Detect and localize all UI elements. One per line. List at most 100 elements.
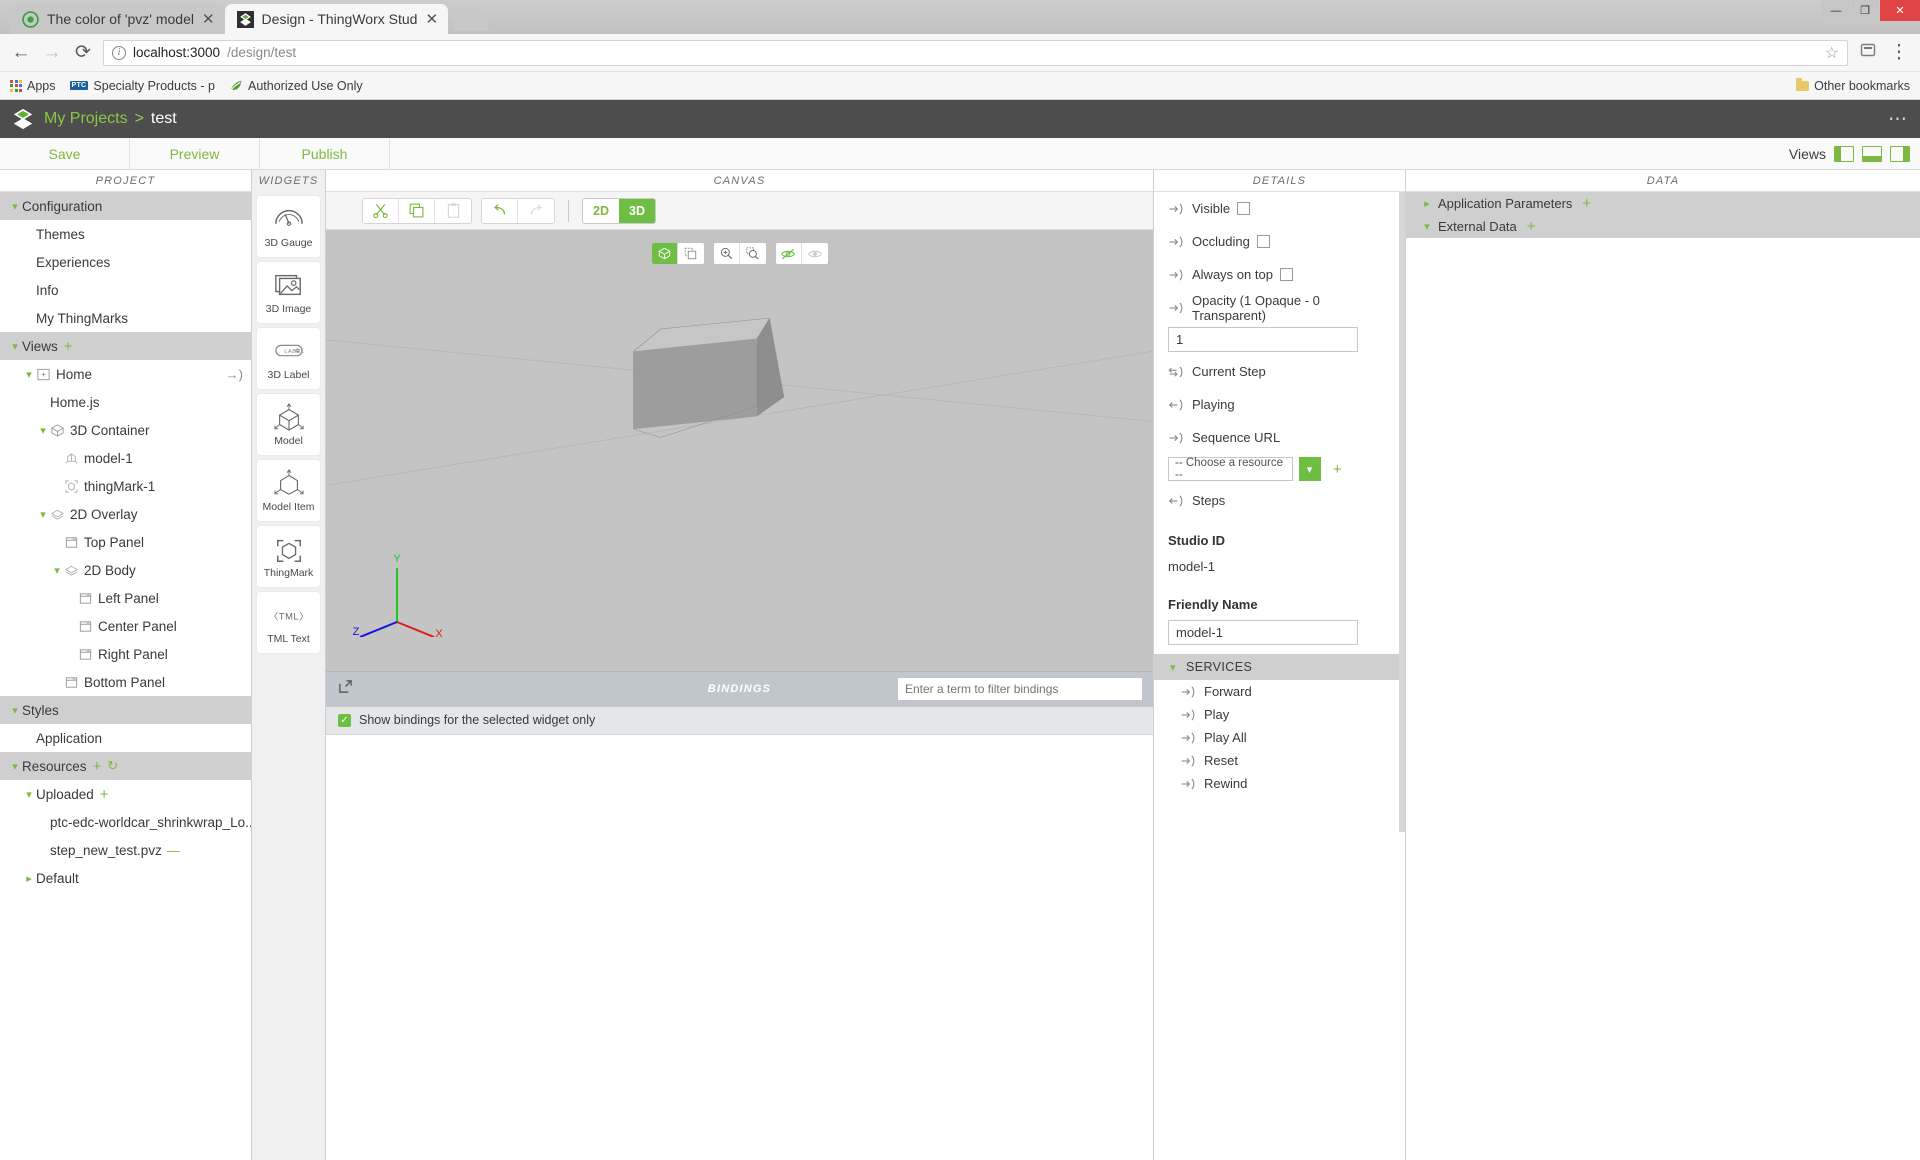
tree-item-configuration[interactable]: ▾ Configuration bbox=[0, 192, 251, 220]
tree-item-home[interactable]: ▾ Home →) bbox=[0, 360, 251, 388]
sequence-url-select[interactable]: -- Choose a resource -- bbox=[1168, 457, 1293, 481]
page-info-icon[interactable]: i bbox=[112, 45, 126, 60]
widget-card-model[interactable]: Model bbox=[257, 394, 320, 455]
extension-icon[interactable] bbox=[1857, 42, 1879, 64]
show-button[interactable] bbox=[801, 243, 828, 264]
tree-item-model-1[interactable]: model-1 bbox=[0, 444, 251, 472]
chevron-down-icon[interactable]: ▾ bbox=[1420, 220, 1434, 233]
bookmark-specialty-products[interactable]: PTC Specialty Products - p bbox=[69, 79, 215, 93]
binding-out-icon[interactable] bbox=[1180, 754, 1197, 768]
service-rewind[interactable]: Rewind bbox=[1154, 772, 1405, 795]
browser-menu-icon[interactable]: ⋮ bbox=[1888, 41, 1910, 64]
tree-item-2d-overlay[interactable]: ▾ 2D Overlay bbox=[0, 500, 251, 528]
add-icon[interactable]: + bbox=[1582, 196, 1591, 211]
window-restore-button[interactable]: ❐ bbox=[1851, 0, 1879, 21]
binding-out-icon[interactable] bbox=[1168, 301, 1185, 315]
property-checkbox[interactable] bbox=[1256, 235, 1270, 248]
binding-in-icon[interactable] bbox=[1168, 398, 1185, 412]
redo-button[interactable] bbox=[518, 198, 554, 223]
bindings-filter-input[interactable] bbox=[897, 677, 1143, 701]
tree-item-my-thingmarks[interactable]: My ThingMarks bbox=[0, 304, 251, 332]
property-checkbox[interactable] bbox=[1279, 268, 1293, 281]
mode-2d-button[interactable]: 2D bbox=[583, 198, 619, 223]
publish-button[interactable]: Publish bbox=[260, 138, 390, 169]
bookmark-star-icon[interactable]: ☆ bbox=[1825, 43, 1839, 63]
layers-view-button[interactable] bbox=[677, 243, 704, 264]
remove-icon[interactable]: — bbox=[167, 843, 180, 858]
tree-item-application[interactable]: Application bbox=[0, 724, 251, 752]
tree-item-styles[interactable]: ▾ Styles bbox=[0, 696, 251, 724]
canvas-stage-3d[interactable]: Y X Z bbox=[326, 230, 1153, 671]
expand-icon[interactable] bbox=[338, 679, 353, 699]
service-play[interactable]: Play bbox=[1154, 703, 1405, 726]
save-button[interactable]: Save bbox=[0, 138, 130, 169]
tree-item-center-panel[interactable]: Center Panel bbox=[0, 612, 251, 640]
binding-in-icon[interactable] bbox=[1168, 494, 1185, 508]
widget-card-3d-gauge[interactable]: 3D Gauge bbox=[257, 196, 320, 257]
view-layout-right-icon[interactable] bbox=[1890, 145, 1910, 162]
tree-item-info[interactable]: Info bbox=[0, 276, 251, 304]
tree-item-left-panel[interactable]: Left Panel bbox=[0, 584, 251, 612]
binding-both-icon[interactable] bbox=[1168, 365, 1185, 379]
widget-card-3d-image[interactable]: 3D Image bbox=[257, 262, 320, 323]
chevron-down-icon[interactable]: ▾ bbox=[1299, 457, 1321, 481]
chevron-down-icon[interactable]: ▾ bbox=[8, 760, 22, 773]
view-layout-bottom-icon[interactable] bbox=[1862, 145, 1882, 162]
binding-out-icon[interactable] bbox=[1168, 431, 1185, 445]
tree-item-2d-body[interactable]: ▾ 2D Body bbox=[0, 556, 251, 584]
add-resource-icon[interactable]: + bbox=[1333, 462, 1342, 477]
tree-item-themes[interactable]: Themes bbox=[0, 220, 251, 248]
chevron-down-icon[interactable]: ▾ bbox=[8, 704, 22, 717]
add-icon[interactable]: + bbox=[1527, 219, 1536, 234]
tree-item-experiences[interactable]: Experiences bbox=[0, 248, 251, 276]
data-row-application-parameters[interactable]: ▸ Application Parameters + bbox=[1406, 192, 1920, 215]
binding-out-icon[interactable] bbox=[1180, 777, 1197, 791]
zoom-fit-button[interactable] bbox=[739, 243, 766, 264]
chevron-down-icon[interactable]: ▾ bbox=[36, 508, 50, 521]
browser-tab-1-close[interactable]: ✕ bbox=[202, 12, 215, 27]
service-reset[interactable]: Reset bbox=[1154, 749, 1405, 772]
bookmark-authorized-use[interactable]: Authorized Use Only bbox=[229, 79, 363, 93]
tree-item-top-panel[interactable]: Top Panel bbox=[0, 528, 251, 556]
widget-card-thingmark[interactable]: ThingMark bbox=[257, 526, 320, 587]
service-play-all[interactable]: Play All bbox=[1154, 726, 1405, 749]
open-view-icon[interactable]: →) bbox=[226, 367, 243, 382]
undo-button[interactable] bbox=[482, 198, 518, 223]
refresh-icon[interactable]: ↻ bbox=[107, 758, 118, 774]
mode-3d-button[interactable]: 3D bbox=[619, 198, 655, 223]
tree-item-right-panel[interactable]: Right Panel bbox=[0, 640, 251, 668]
binding-out-icon[interactable] bbox=[1168, 235, 1185, 249]
model-cube[interactable] bbox=[633, 317, 785, 438]
chevron-down-icon[interactable]: ▾ bbox=[50, 564, 64, 577]
tree-item-resources[interactable]: ▾ Resources + ↻ bbox=[0, 752, 251, 780]
tree-item-home-js[interactable]: Home.js bbox=[0, 388, 251, 416]
tree-item-ptc-edc-worldcar-shrinkwrap-lo[interactable]: ptc-edc-worldcar_shrinkwrap_Lo...— bbox=[0, 808, 251, 836]
chevron-right-icon[interactable]: ▸ bbox=[22, 872, 36, 885]
back-icon[interactable]: ← bbox=[10, 42, 32, 64]
browser-tab-2-close[interactable]: ✕ bbox=[425, 12, 438, 27]
window-minimize-button[interactable]: — bbox=[1822, 0, 1850, 21]
preview-button[interactable]: Preview bbox=[130, 138, 260, 169]
cut-button[interactable] bbox=[363, 198, 399, 223]
tree-item-thingmark-1[interactable]: thingMark-1 bbox=[0, 472, 251, 500]
chevron-down-icon[interactable]: ▾ bbox=[8, 200, 22, 213]
friendly-name-input[interactable] bbox=[1168, 620, 1358, 645]
service-forward[interactable]: Forward bbox=[1154, 680, 1405, 703]
other-bookmarks-button[interactable]: Other bookmarks bbox=[1796, 78, 1910, 93]
tree-item-step-new-test-pvz[interactable]: step_new_test.pvz — bbox=[0, 836, 251, 864]
hide-button[interactable] bbox=[775, 243, 802, 264]
widget-card-tml-text[interactable]: 〈TML〉 TML Text bbox=[257, 592, 320, 653]
binding-out-icon[interactable] bbox=[1168, 202, 1185, 216]
binding-out-icon[interactable] bbox=[1180, 708, 1197, 722]
opacity-input[interactable] bbox=[1168, 327, 1358, 352]
data-row-external-data[interactable]: ▾ External Data + bbox=[1406, 215, 1920, 238]
header-more-menu-icon[interactable]: ⋯ bbox=[1888, 108, 1908, 131]
reload-icon[interactable]: ⟳ bbox=[72, 41, 94, 64]
tree-item-default[interactable]: ▸ Default bbox=[0, 864, 251, 892]
add-icon[interactable]: + bbox=[100, 787, 109, 802]
widget-card-3d-label[interactable]: LABEL 3D Label bbox=[257, 328, 320, 389]
tree-item-3d-container[interactable]: ▾ 3D Container bbox=[0, 416, 251, 444]
chevron-right-icon[interactable]: ▸ bbox=[1420, 197, 1434, 210]
add-icon[interactable]: + bbox=[64, 339, 73, 354]
model-view-button[interactable] bbox=[651, 243, 678, 264]
